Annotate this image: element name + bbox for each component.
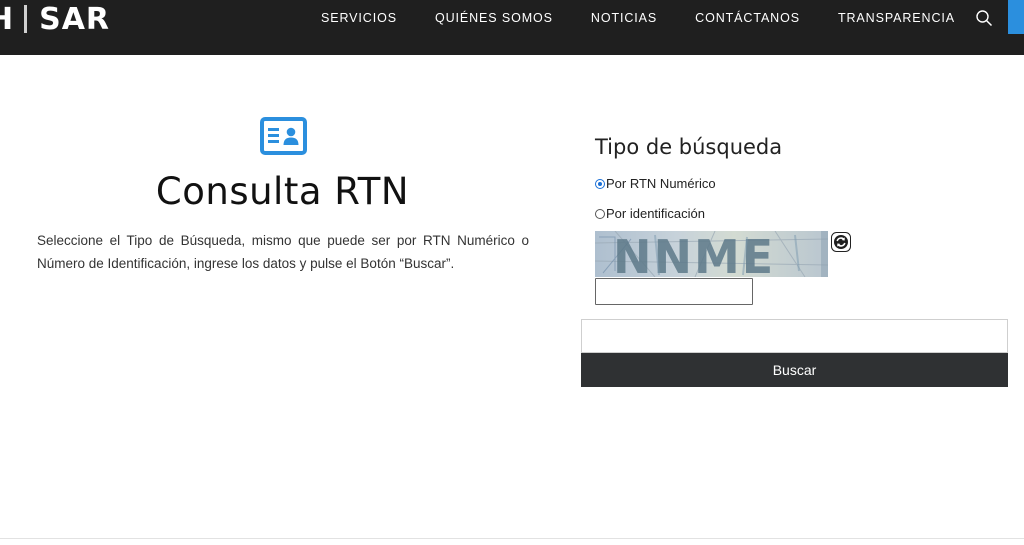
search-icon[interactable] <box>975 9 993 27</box>
page-title: Consulta RTN <box>155 170 410 213</box>
page-description: Seleccione el Tipo de Búsqueda, mismo qu… <box>37 233 529 271</box>
captcha-input[interactable] <box>595 278 753 305</box>
logo-text-left: H <box>0 1 15 37</box>
radio-identificacion[interactable] <box>595 208 605 219</box>
logo-divider <box>24 5 28 33</box>
id-card-icon <box>260 117 307 155</box>
search-value-input[interactable] <box>581 319 1008 353</box>
captcha-image: NNME <box>595 231 828 277</box>
top-navbar: H SAR SERVICIOS QUIÉNES SOMOS NOTICIAS C… <box>0 0 1024 55</box>
nav-transparencia[interactable]: TRANSPARENCIA <box>838 11 955 25</box>
logo-text-sar: SAR <box>39 1 111 37</box>
footer-divider <box>0 538 1024 539</box>
option-rtn-label: Por RTN Numérico <box>606 176 716 191</box>
nav-contactanos[interactable]: CONTÁCTANOS <box>695 11 800 25</box>
site-logo[interactable]: H SAR <box>0 1 111 37</box>
buscar-button[interactable]: Buscar <box>581 353 1008 387</box>
captcha-text: NNME <box>613 231 775 277</box>
nav-servicios[interactable]: SERVICIOS <box>321 11 397 25</box>
accent-tab[interactable] <box>1008 0 1024 34</box>
refresh-icon[interactable] <box>831 232 851 252</box>
search-type-heading: Tipo de búsqueda <box>595 135 783 159</box>
nav-noticias[interactable]: NOTICIAS <box>591 11 657 25</box>
nav-quienes-somos[interactable]: QUIÉNES SOMOS <box>435 11 553 25</box>
radio-rtn-numerico[interactable] <box>595 178 605 189</box>
option-identificacion[interactable]: Por identificación <box>595 206 705 221</box>
option-identificacion-label: Por identificación <box>606 206 705 221</box>
main-nav: SERVICIOS QUIÉNES SOMOS NOTICIAS CONTÁCT… <box>321 11 993 25</box>
option-rtn-numerico[interactable]: Por RTN Numérico <box>595 176 716 191</box>
